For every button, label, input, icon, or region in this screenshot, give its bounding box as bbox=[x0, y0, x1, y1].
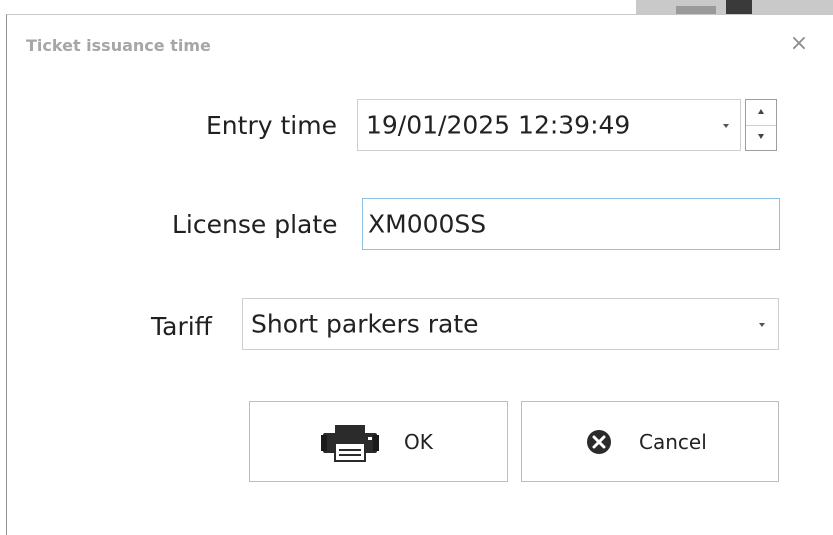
spin-down-button[interactable] bbox=[746, 125, 776, 150]
close-icon[interactable]: × bbox=[787, 32, 811, 56]
license-plate-value: XM000SS bbox=[368, 209, 487, 239]
chevron-down-icon[interactable] bbox=[723, 124, 729, 128]
ok-button[interactable]: OK bbox=[249, 401, 508, 482]
entry-time-spinner[interactable] bbox=[745, 99, 777, 151]
tariff-select[interactable]: Short parkers rate bbox=[242, 298, 779, 350]
arrow-down-icon bbox=[758, 134, 764, 139]
ok-button-label: OK bbox=[404, 429, 433, 454]
tariff-label: Tariff bbox=[151, 312, 212, 341]
chevron-down-icon[interactable] bbox=[759, 323, 765, 327]
printer-icon bbox=[321, 425, 379, 462]
cancel-button[interactable]: Cancel bbox=[521, 401, 779, 482]
tariff-value: Short parkers rate bbox=[251, 309, 479, 339]
cancel-button-label: Cancel bbox=[639, 429, 707, 454]
license-plate-input[interactable]: XM000SS bbox=[362, 198, 780, 250]
license-plate-label: License plate bbox=[172, 210, 338, 239]
entry-time-label: Entry time bbox=[206, 111, 337, 140]
entry-time-value: 19/01/2025 12:39:49 bbox=[366, 110, 631, 140]
spin-up-button[interactable] bbox=[746, 100, 776, 126]
arrow-up-icon bbox=[758, 109, 764, 114]
cancel-circle-icon bbox=[587, 430, 611, 454]
entry-time-picker[interactable]: 19/01/2025 12:39:49 bbox=[357, 99, 741, 151]
dialog-title: Ticket issuance time bbox=[26, 36, 211, 55]
